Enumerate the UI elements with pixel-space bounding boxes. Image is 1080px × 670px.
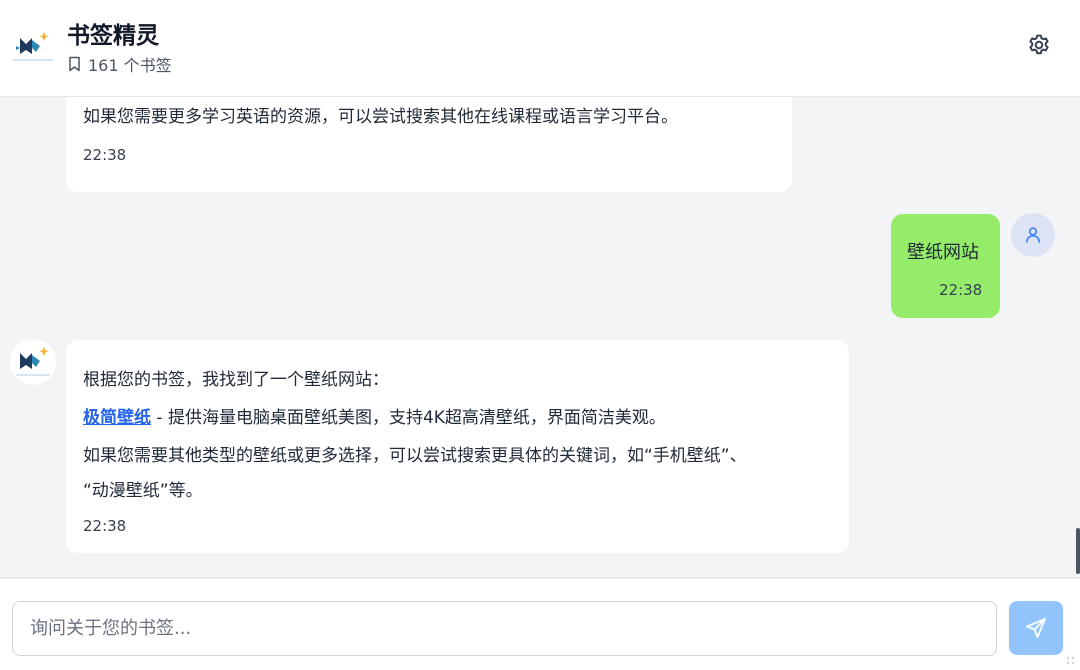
bookmark-icon <box>69 56 80 72</box>
bookmark-count-label: 161 个书签 <box>88 56 172 75</box>
message-time: 22:38 <box>939 281 983 299</box>
app-header: 书签精灵 161 个书签 <box>0 0 1080 97</box>
message-text: 根据您的书签，我找到了一个壁纸网站： <box>83 370 389 390</box>
send-icon <box>1026 618 1046 638</box>
bot-message: 根据您的书签，我找到了一个壁纸网站： 极简壁纸 - 提供海量电脑桌面壁纸美图，支… <box>66 340 849 553</box>
message-text: 极简壁纸 - 提供海量电脑桌面壁纸美图，支持4K超高清壁纸，界面简洁美观。 <box>83 400 666 436</box>
link-description: - 提供海量电脑桌面壁纸美图，支持4K超高清壁纸，界面简洁美观。 <box>151 408 666 428</box>
gear-icon <box>1029 34 1049 55</box>
scrollbar[interactable] <box>1076 528 1080 574</box>
chat-area[interactable]: 如果您需要更多学习英语的资源，可以尝试搜索其他在线课程或语言学习平台。 22:3… <box>0 97 1080 577</box>
input-bar <box>0 577 1080 670</box>
bot-avatar <box>10 339 56 385</box>
app-title: 书签精灵 <box>67 23 159 49</box>
bookmark-link[interactable]: 极简壁纸 <box>83 408 151 428</box>
user-icon <box>1026 227 1040 243</box>
message-text: 如果您需要其他类型的壁纸或更多选择，可以尝试搜索更具体的关键词，如“手机壁纸”、 <box>83 446 747 466</box>
bot-message: 如果您需要更多学习英语的资源，可以尝试搜索其他在线课程或语言学习平台。 22:3… <box>66 97 792 192</box>
bookmark-count: 161 个书签 <box>67 52 172 76</box>
message-time: 22:38 <box>83 517 127 535</box>
message-text: “动漫壁纸”等。 <box>83 481 203 501</box>
settings-button[interactable] <box>1022 28 1056 62</box>
user-message: 壁纸网站 <box>891 214 1000 318</box>
message-text: 壁纸网站 <box>907 242 979 263</box>
message-time: 22:38 <box>83 146 127 164</box>
resize-grip-icon[interactable] <box>1066 656 1078 668</box>
chat-input[interactable] <box>12 601 997 656</box>
message-text: 如果您需要更多学习英语的资源，可以尝试搜索其他在线课程或语言学习平台。 <box>83 107 678 127</box>
user-avatar <box>1011 213 1055 257</box>
send-button[interactable] <box>1009 601 1063 655</box>
app-logo <box>10 24 56 70</box>
